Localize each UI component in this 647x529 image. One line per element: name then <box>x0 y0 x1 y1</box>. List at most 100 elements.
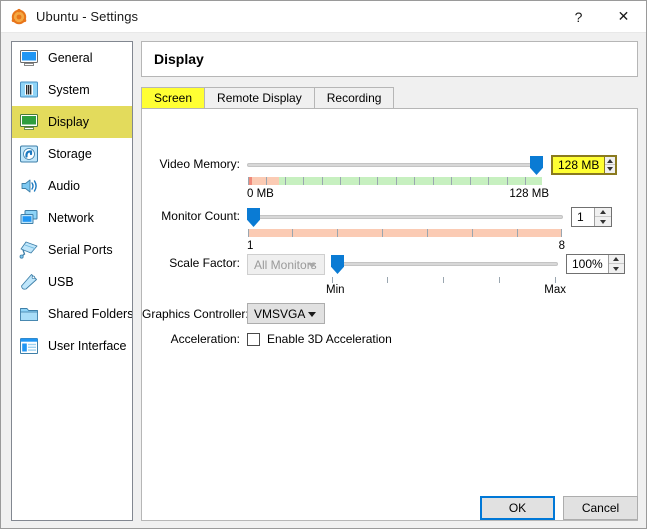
graphics-controller-label: Graphics Controller: <box>142 306 249 321</box>
settings-window: Ubuntu - Settings ? ✕ General System Dis… <box>0 0 647 529</box>
screen-tab-page: Video Memory: 0 MB 128 MB 128 MB Monitor… <box>141 108 638 521</box>
tab-bar[interactable]: Screen Remote Display Recording <box>141 87 638 108</box>
title-bar: Ubuntu - Settings ? ✕ <box>1 1 646 33</box>
scale-factor-row: Scale Factor: All Monitors Min Max 100% <box>142 254 625 300</box>
monitor-count-label: Monitor Count: <box>161 209 240 223</box>
sidebar-item-label: Display <box>48 115 89 129</box>
video-memory-slider[interactable]: 0 MB 128 MB <box>247 155 549 201</box>
monitor-count-stepper[interactable] <box>594 208 611 226</box>
harddisk-icon <box>20 145 38 163</box>
monitor-count-max-label: 8 <box>558 240 565 252</box>
video-memory-value[interactable]: 128 MB <box>553 157 604 173</box>
chip-icon <box>20 81 38 98</box>
ok-button[interactable]: OK <box>480 496 555 520</box>
window-title: Ubuntu - Settings <box>36 9 139 24</box>
scale-factor-min-label: Min <box>326 284 345 296</box>
sidebar-item-label: Serial Ports <box>48 243 113 257</box>
settings-main-panel: Display Screen Remote Display Recording … <box>141 41 638 521</box>
sidebar-item-label: Audio <box>48 179 80 193</box>
stepper-down-icon[interactable] <box>595 217 611 226</box>
display-icon <box>20 114 38 130</box>
checkbox-box-icon[interactable] <box>247 332 260 346</box>
stepper-down-icon[interactable] <box>609 264 624 273</box>
monitor-count-spinbox[interactable]: 1 <box>571 207 612 227</box>
scale-factor-stepper[interactable] <box>607 255 624 273</box>
scale-factor-monitor-select[interactable]: All Monitors <box>247 254 325 275</box>
sidebar-item-label: General <box>48 51 93 65</box>
sidebar-item-general[interactable]: General <box>12 42 132 74</box>
settings-category-list[interactable]: General System Display Storage Audio Net… <box>11 41 133 521</box>
monitor-count-ticks <box>248 229 562 237</box>
sidebar-item-label: Storage <box>48 147 92 161</box>
sidebar-item-user-interface[interactable]: User Interface <box>12 330 132 362</box>
monitor-count-value[interactable]: 1 <box>572 208 594 226</box>
graphics-controller-value: VMSVGA <box>254 306 306 321</box>
sidebar-item-storage[interactable]: Storage <box>12 138 132 170</box>
enable-3d-acceleration-checkbox[interactable]: Enable 3D Acceleration <box>247 332 392 346</box>
window-body: General System Display Storage Audio Net… <box>1 33 646 528</box>
ubuntu-logo-icon <box>11 8 27 24</box>
sidebar-item-audio[interactable]: Audio <box>12 170 132 202</box>
sidebar-item-display[interactable]: Display <box>12 106 132 138</box>
cancel-button[interactable]: Cancel <box>563 496 638 520</box>
sidebar-item-label: User Interface <box>48 339 127 353</box>
stepper-up-icon[interactable] <box>605 157 615 165</box>
scale-factor-label: Scale Factor: <box>169 256 240 270</box>
sidebar-item-label: Shared Folders <box>48 307 133 321</box>
scale-factor-spinbox[interactable]: 100% <box>566 254 625 274</box>
scale-factor-value[interactable]: 100% <box>567 255 608 273</box>
sidebar-item-network[interactable]: Network <box>12 202 132 234</box>
help-button[interactable]: ? <box>556 1 601 32</box>
video-memory-spinbox[interactable]: 128 MB <box>551 155 617 175</box>
monitor-count-slider[interactable]: 1 8 <box>247 207 565 253</box>
enable-3d-acceleration-label: Enable 3D Acceleration <box>267 332 392 346</box>
video-memory-min-label: 0 MB <box>247 188 274 200</box>
slider-handle[interactable] <box>530 156 543 175</box>
sidebar-item-label: System <box>48 83 90 97</box>
stepper-down-icon[interactable] <box>605 165 615 173</box>
video-memory-row: Video Memory: 0 MB 128 MB 128 MB <box>142 155 617 201</box>
sidebar-item-shared-folders[interactable]: Shared Folders <box>12 298 132 330</box>
acceleration-row: Acceleration: Enable 3D Acceleration <box>142 330 392 348</box>
serial-port-icon <box>19 241 38 259</box>
sidebar-item-label: Network <box>48 211 94 225</box>
sidebar-item-system[interactable]: System <box>12 74 132 106</box>
video-memory-stepper[interactable] <box>604 157 615 173</box>
graphics-controller-row: Graphics Controller: VMSVGA <box>142 303 325 324</box>
section-header: Display <box>141 41 638 77</box>
chevron-down-icon <box>308 311 316 317</box>
close-button[interactable]: ✕ <box>601 1 646 32</box>
monitor-count-row: Monitor Count: 1 8 1 <box>142 207 612 253</box>
slider-handle[interactable] <box>331 255 344 274</box>
tab-recording[interactable]: Recording <box>313 87 395 108</box>
stepper-up-icon[interactable] <box>608 255 624 264</box>
slider-track[interactable] <box>247 215 563 219</box>
tab-remote-display[interactable]: Remote Display <box>204 87 315 108</box>
sidebar-item-label: USB <box>48 275 74 289</box>
tab-screen[interactable]: Screen <box>141 87 206 108</box>
slider-track[interactable] <box>247 163 543 167</box>
network-cards-icon <box>20 210 38 224</box>
graphics-controller-select[interactable]: VMSVGA <box>247 303 325 324</box>
usb-plug-icon <box>21 274 37 290</box>
dialog-buttons: OK Cancel <box>480 496 638 520</box>
window-panel-icon <box>20 338 38 354</box>
chevron-down-icon <box>308 262 316 268</box>
video-memory-ticks <box>248 177 542 185</box>
acceleration-label: Acceleration: <box>170 332 240 346</box>
video-memory-max-label: 128 MB <box>509 188 549 200</box>
folder-icon <box>20 308 38 321</box>
monitor-count-min-label: 1 <box>247 240 254 252</box>
speaker-icon <box>21 179 37 193</box>
monitor-icon <box>20 50 38 66</box>
sidebar-item-serial-ports[interactable]: Serial Ports <box>12 234 132 266</box>
scale-factor-ticks <box>332 276 557 284</box>
slider-track[interactable] <box>331 262 558 266</box>
page-title: Display <box>154 51 204 67</box>
slider-handle[interactable] <box>247 208 260 227</box>
video-memory-label: Video Memory: <box>159 157 240 171</box>
scale-factor-max-label: Max <box>544 284 566 296</box>
stepper-up-icon[interactable] <box>595 208 611 217</box>
sidebar-item-usb[interactable]: USB <box>12 266 132 298</box>
scale-factor-slider[interactable]: Min Max <box>326 254 566 300</box>
